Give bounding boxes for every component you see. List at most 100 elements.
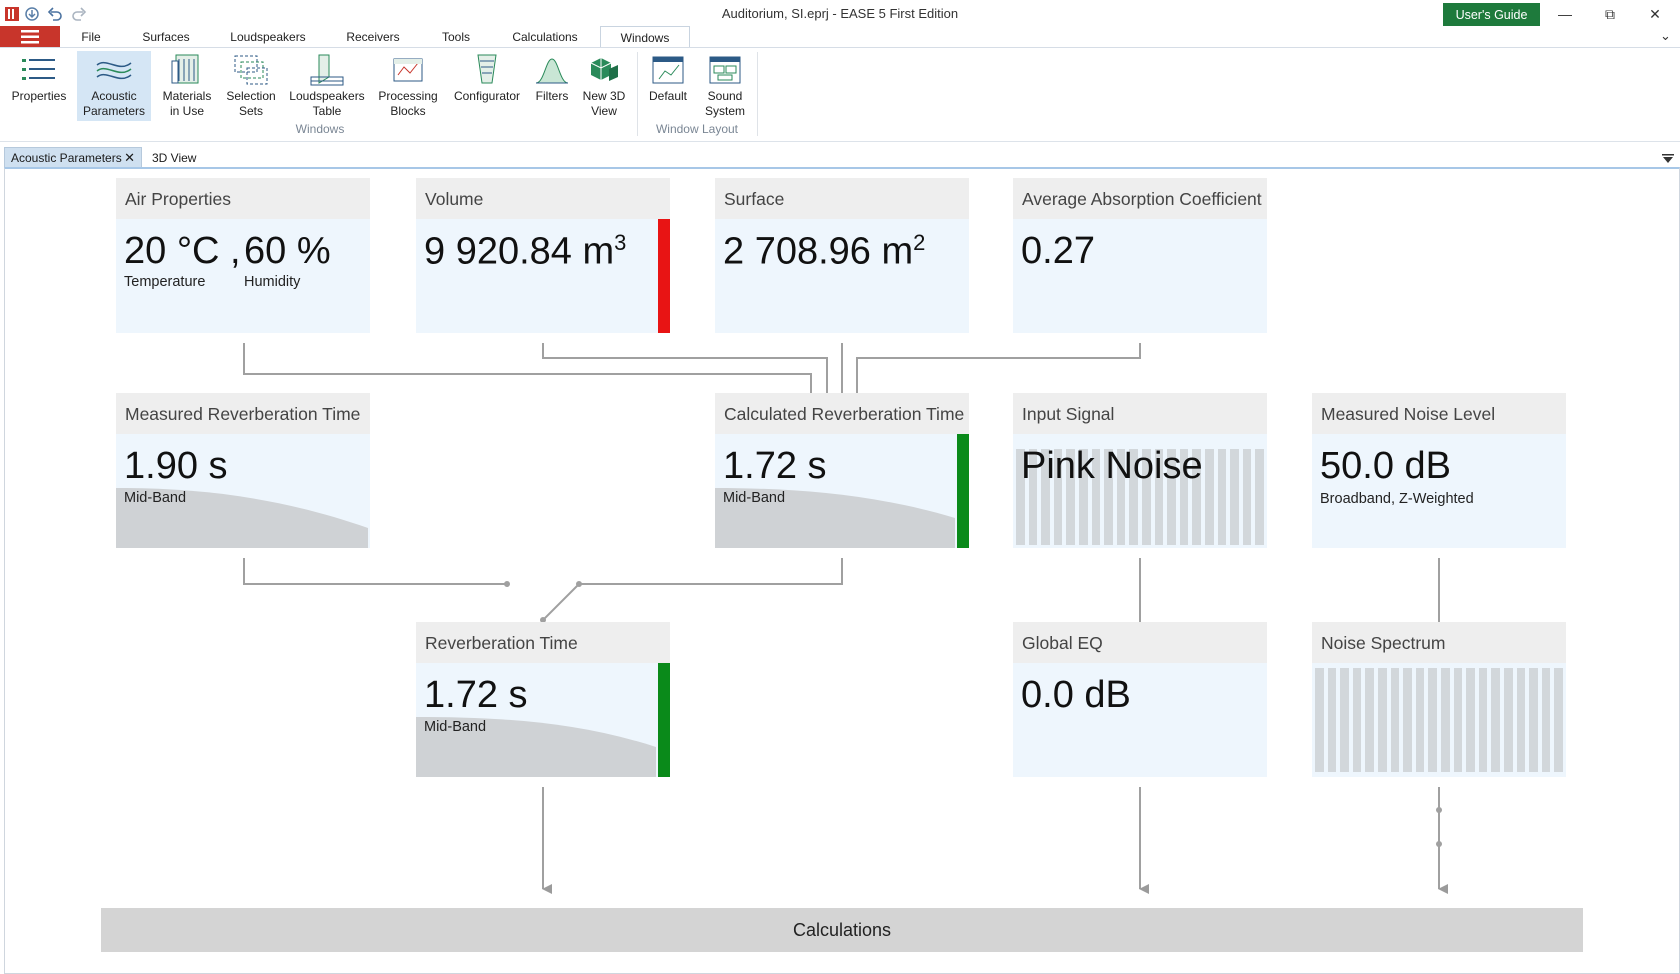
noise-level-value: 50.0 dB [1320,445,1451,487]
menu-tab-receivers[interactable]: Receivers [337,26,409,48]
users-guide-button[interactable]: User's Guide [1443,3,1540,26]
tab-acoustic-parameters-label: Acoustic Parameters [11,151,122,165]
card-input-signal[interactable]: Input Signal Pink Noise [1013,393,1267,548]
card-title: Global EQ [1013,622,1267,663]
document-tabs: Acoustic Parameters ✕ 3D View [0,143,1680,168]
new-3d-view-button[interactable]: New 3D View [578,51,630,121]
materials-in-use-button[interactable]: Materials in Use [156,51,218,121]
spectrum-bars-graphic [1315,668,1563,772]
title-bar: Auditorium, SI.eprj - EASE 5 First Editi… [0,0,1680,28]
noise-level-sub: Broadband, Z-Weighted [1320,491,1474,507]
sound-system-layout-icon [705,51,745,89]
acoustic-parameters-label: Acoustic Parameters [82,89,146,118]
default-layout-icon [648,51,688,89]
card-measured-noise-level[interactable]: Measured Noise Level 50.0 dB Broadband, … [1312,393,1566,548]
card-title: Average Absorption Coefficient [1013,178,1267,219]
default-layout-label: Default [648,89,688,103]
surface-value-wrap: 2 708.96 m2 [723,230,925,274]
filters-label: Filters [535,89,569,103]
status-indicator-green [658,663,670,777]
card-air-properties[interactable]: Air Properties 20 °C , 60 % Temperature … [116,178,370,333]
surface-value: 2 708.96 m [723,230,914,273]
measured-rt-value: 1.90 s [124,445,228,487]
menu-tab-windows[interactable]: Windows [600,26,690,48]
temperature-label: Temperature [124,274,206,290]
temperature-value: 20 °C , [124,230,241,272]
rt-value: 1.72 s [424,674,528,716]
new-3d-view-label: New 3D View [582,89,626,118]
ribbon-group-separator [757,52,758,136]
acoustic-parameters-icon [94,51,134,89]
configurator-label: Configurator [453,89,521,103]
ribbon: Properties Acoustic Parameters Materials… [0,48,1680,141]
card-measured-reverberation-time[interactable]: Measured Reverberation Time 1.90 s Mid-B… [116,393,370,548]
restore-icon[interactable]: ⧉ [1590,3,1630,25]
humidity-label: Humidity [244,274,301,290]
default-layout-button[interactable]: Default [642,51,694,121]
menu-bar: File Surfaces Loudspeakers Receivers Too… [0,26,1680,48]
card-volume[interactable]: Volume 9 920.84 m3 [416,178,670,333]
sound-system-layout-button[interactable]: Sound System [699,51,751,121]
card-title: Input Signal [1013,393,1267,434]
volume-unit-exponent: 3 [614,230,627,255]
selection-sets-label: Selection Sets [226,89,276,118]
card-average-absorption[interactable]: Average Absorption Coefficient 0.27 [1013,178,1267,333]
loudspeakers-table-button[interactable]: Loudspeakers Table [287,51,367,121]
materials-in-use-label: Materials in Use [162,89,212,118]
tab-acoustic-parameters[interactable]: Acoustic Parameters ✕ [4,147,142,168]
hamburger-menu-icon[interactable] [0,26,60,47]
surface-unit-exponent: 2 [913,230,926,255]
card-surface[interactable]: Surface 2 708.96 m2 [715,178,969,333]
calculated-rt-sub: Mid-Band [723,490,786,506]
ribbon-collapse-chevron-icon[interactable]: ⌄ [1660,28,1671,44]
window-title: Auditorium, SI.eprj - EASE 5 First Editi… [721,6,959,21]
ribbon-group-window-layout: Window Layout [655,122,739,136]
3d-view-icon [584,51,624,89]
processing-blocks-label: Processing Blocks [378,89,438,118]
filters-button[interactable]: Filters [530,51,574,121]
calculated-rt-value: 1.72 s [723,445,827,487]
properties-button[interactable]: Properties [6,51,72,121]
ribbon-group-windows: Windows [295,122,345,136]
card-title: Noise Spectrum [1312,622,1566,663]
absorption-value: 0.27 [1021,230,1095,272]
card-title: Measured Reverberation Time [116,393,370,434]
card-title: Measured Noise Level [1312,393,1566,434]
filters-icon [532,51,572,89]
global-eq-value: 0.0 dB [1021,674,1131,716]
status-indicator-green [957,434,969,548]
menu-tab-tools[interactable]: Tools [432,26,480,48]
properties-label: Properties [11,89,67,103]
card-calculated-reverberation-time[interactable]: Calculated Reverberation Time 1.72 s Mid… [715,393,969,548]
materials-icon [167,51,207,89]
tab-3d-view[interactable]: 3D View [152,147,196,168]
volume-value: 9 920.84 m [424,230,615,273]
card-reverberation-time[interactable]: Reverberation Time 1.72 s Mid-Band [416,622,670,777]
input-signal-value: Pink Noise [1021,445,1203,487]
menu-tab-surfaces[interactable]: Surfaces [133,26,199,48]
close-icon[interactable]: ✕ [1635,3,1675,25]
rt-sub: Mid-Band [424,719,487,735]
processing-blocks-icon [388,51,428,89]
card-title: Surface [715,178,969,219]
loudspeakers-table-label: Loudspeakers Table [289,89,365,118]
properties-icon [19,51,59,89]
card-global-eq[interactable]: Global EQ 0.0 dB [1013,622,1267,777]
menu-tab-file[interactable]: File [70,26,112,48]
configurator-button[interactable]: Configurator [449,51,525,121]
measured-rt-sub: Mid-Band [124,490,187,506]
processing-blocks-button[interactable]: Processing Blocks [374,51,442,121]
minimize-icon[interactable]: — [1545,3,1585,25]
close-tab-icon[interactable]: ✕ [124,150,135,166]
menu-tab-calculations[interactable]: Calculations [503,26,587,48]
acoustic-parameters-button[interactable]: Acoustic Parameters [77,51,151,121]
card-noise-spectrum[interactable]: Noise Spectrum [1312,622,1566,777]
ribbon-group-separator [637,52,638,136]
humidity-value: 60 % [244,230,331,272]
calculations-bar[interactable]: Calculations [101,908,1583,952]
card-title: Reverberation Time [416,622,670,663]
selection-sets-button[interactable]: Selection Sets [222,51,280,121]
menu-tab-loudspeakers[interactable]: Loudspeakers [222,26,314,48]
volume-value-wrap: 9 920.84 m3 [424,230,626,274]
sound-system-layout-label: Sound System [704,89,745,118]
